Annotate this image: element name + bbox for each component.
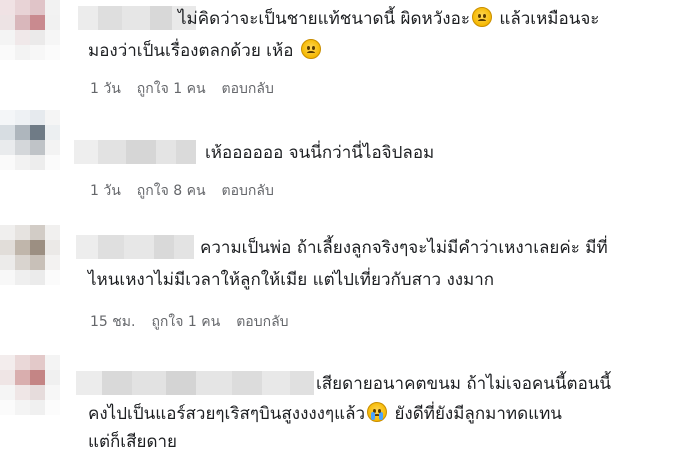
comment-text: ความเป็นพ่อ ถ้าเลี้ยงลูกจริงๆจะไม่มีคำว่…	[200, 235, 608, 261]
avatar[interactable]	[0, 355, 60, 415]
comment-text-line: คงไปเป็นแอร์สวยๆเริสๆบินสูงงงงๆแล้ว	[88, 404, 366, 424]
comment-text-line: แล้วเหมือนจะ	[493, 9, 600, 29]
comment-text-line: เห้ออออออ จนนี่กว่านี่ไอจิปลอม	[205, 143, 435, 163]
avatar[interactable]	[0, 110, 60, 170]
sad-face-icon	[471, 7, 492, 27]
author-name[interactable]	[76, 371, 314, 395]
author-name[interactable]	[76, 235, 194, 259]
comment-meta: 15 ชม. ถูกใจ 1 คน ตอบกลับ	[90, 311, 289, 333]
author-name[interactable]	[74, 140, 196, 164]
comment-text: เสียดายอนาคตขนม ถ้าไม่เจอคนนี้ตอนนี้	[316, 371, 611, 397]
comment-text: แต่ก็เสียดาย	[88, 429, 177, 455]
timestamp[interactable]: 1 วัน	[90, 180, 121, 202]
like-count[interactable]: ถูกใจ 1 คน	[137, 78, 206, 100]
avatar[interactable]	[0, 0, 60, 60]
comment-text: ไม่คิดว่าจะเป็นชายแท้ชนาดนี้ ผิดหวังอะ แ…	[178, 6, 599, 32]
comment-text-line: ไหนเหงาไม่มีเวลาให้ลูกให้เมีย แต่ไปเที่ย…	[88, 270, 495, 290]
like-count[interactable]: ถูกใจ 8 คน	[137, 180, 206, 202]
reply-button[interactable]: ตอบกลับ	[222, 180, 274, 202]
crying-face-icon	[367, 402, 388, 422]
comment-text-line: เสียดายอนาคตขนม ถ้าไม่เจอคนนี้ตอนนี้	[316, 374, 612, 394]
comment-4: เสียดายอนาคตขนม ถ้าไม่เจอคนนี้ตอนนี้ คงไ…	[0, 355, 700, 452]
timestamp[interactable]: 1 วัน	[90, 78, 121, 100]
timestamp[interactable]: 15 ชม.	[90, 311, 135, 333]
comment-text: คงไปเป็นแอร์สวยๆเริสๆบินสูงงงงๆแล้ว ยังด…	[88, 401, 562, 427]
comment-text: เห้ออออออ จนนี่กว่านี่ไอจิปลอม	[205, 140, 434, 166]
comment-text-line: มองว่าเป็นเรื่องตลกด้วย เห้อ	[88, 41, 299, 61]
comment-text-line: แต่ก็เสียดาย	[88, 432, 177, 452]
comment-1: ไม่คิดว่าจะเป็นชายแท้ชนาดนี้ ผิดหวังอะ แ…	[0, 0, 700, 110]
reply-button[interactable]: ตอบกลับ	[236, 311, 288, 333]
comment-text: มองว่าเป็นเรื่องตลกด้วย เห้อ	[88, 38, 323, 64]
like-count[interactable]: ถูกใจ 1 คน	[151, 311, 220, 333]
reply-button[interactable]: ตอบกลับ	[222, 78, 274, 100]
comment-3: ความเป็นพ่อ ถ้าเลี้ยงลูกจริงๆจะไม่มีคำว่…	[0, 225, 700, 345]
sad-face-icon	[300, 39, 321, 59]
comment-2: เห้ออออออ จนนี่กว่านี่ไอจิปลอม 1 วัน ถูก…	[0, 110, 700, 210]
comment-text: ไหนเหงาไม่มีเวลาให้ลูกให้เมีย แต่ไปเที่ย…	[88, 267, 494, 293]
avatar[interactable]	[0, 225, 60, 285]
comment-text-line: ไม่คิดว่าจะเป็นชายแท้ชนาดนี้ ผิดหวังอะ	[178, 9, 470, 29]
comment-text-line: ความเป็นพ่อ ถ้าเลี้ยงลูกจริงๆจะไม่มีคำว่…	[200, 238, 608, 258]
comment-text-line: ยังดีที่ยังมีลูกมาทดแทน	[389, 404, 562, 424]
comment-meta: 1 วัน ถูกใจ 8 คน ตอบกลับ	[90, 180, 274, 202]
comment-meta: 1 วัน ถูกใจ 1 คน ตอบกลับ	[90, 78, 274, 100]
